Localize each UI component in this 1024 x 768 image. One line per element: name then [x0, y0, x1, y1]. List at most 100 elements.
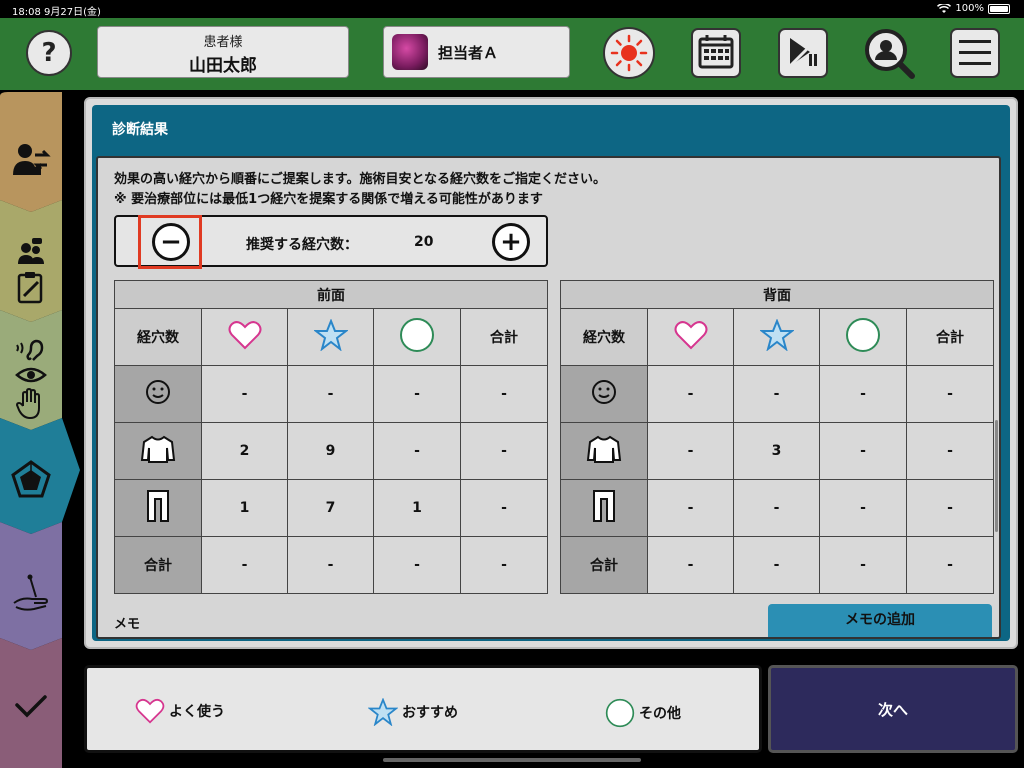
nav-treatment[interactable]	[0, 562, 62, 624]
circle-icon	[846, 318, 880, 352]
status-time: 18:08 9月27日(金)	[12, 7, 101, 18]
heart-icon	[135, 698, 165, 724]
increase-button[interactable]: +	[492, 223, 530, 261]
table-row: - - - -	[114, 365, 549, 423]
nav-interview[interactable]	[0, 224, 62, 316]
nav-patient-handover[interactable]	[0, 130, 62, 190]
col-other	[373, 308, 461, 366]
legs-icon	[593, 490, 615, 522]
light-button[interactable]	[602, 26, 656, 80]
nav-senses[interactable]	[0, 330, 62, 426]
front-title: 前面	[113, 280, 549, 309]
face-row-head	[114, 365, 202, 423]
table-row: 1 7 1 -	[114, 479, 549, 537]
torso-row-head	[114, 422, 202, 480]
front-table: 前面 経穴数 合計 - - - - 2 9 - - 1 7 1 - 合計 - -…	[113, 280, 549, 594]
status-bar: 18:08 9月27日(金) 100%	[0, 0, 1024, 18]
total-row-head: 合計	[560, 536, 648, 594]
table-row: 合計 - - - -	[114, 536, 549, 594]
patient-label: 患者様	[203, 35, 243, 50]
add-memo-button[interactable]: メモの追加	[768, 604, 992, 637]
table-row: 2 9 - -	[114, 422, 549, 480]
instruction-note: ※ 要治療部位には最低1つ経穴を提案する関係で増える可能性があります	[114, 192, 543, 207]
menu-button[interactable]	[948, 26, 1002, 80]
legend-other: その他	[605, 698, 681, 728]
play-pause-button[interactable]	[776, 26, 830, 80]
acupuncture-hand-icon	[13, 574, 49, 611]
col-frequent	[647, 308, 734, 366]
status-battery: 100%	[937, 3, 1010, 14]
nav-complete[interactable]	[0, 676, 62, 738]
heart-icon	[228, 321, 261, 350]
hamburger-icon	[950, 28, 1000, 78]
star-icon	[368, 698, 398, 726]
col-recommended	[733, 308, 820, 366]
memo-label: メモ	[114, 617, 141, 632]
table-row: - - - -	[560, 479, 995, 537]
sun-icon	[603, 27, 655, 79]
clipboard-icon	[17, 272, 43, 304]
header: ? 患者様 山田太郎 担当者Ａ	[0, 18, 1024, 90]
torso-icon	[140, 435, 176, 463]
battery-icon	[988, 3, 1010, 14]
stepper-value: 20	[414, 234, 434, 250]
calendar-button[interactable]	[689, 26, 743, 80]
star-icon	[758, 318, 795, 352]
diagnosis-content: 効果の高い経穴から順番にご提案します。施術目安となる経穴数をご指定ください。 ※…	[96, 156, 1001, 639]
side-nav	[0, 92, 80, 768]
col-frequent	[201, 308, 288, 366]
face-icon	[592, 380, 616, 404]
scrollbar[interactable]	[995, 420, 998, 532]
staff-avatar	[392, 34, 428, 70]
face-row-head	[560, 365, 648, 423]
search-patient-button[interactable]	[862, 26, 916, 80]
staff-info[interactable]: 担当者Ａ	[383, 26, 570, 78]
col-recommended	[287, 308, 374, 366]
heart-icon	[674, 321, 707, 350]
table-row: - - - -	[560, 365, 995, 423]
back-title: 背面	[559, 280, 995, 309]
col-total: 合計	[459, 308, 549, 366]
checkmark-icon	[15, 695, 47, 718]
circle-icon	[400, 318, 434, 352]
legs-row-head	[560, 479, 648, 537]
play-pause-icon	[778, 28, 828, 78]
legend-recommended: おすすめ	[368, 698, 458, 726]
nav-diagnosis-result[interactable]	[0, 448, 62, 510]
legs-icon	[147, 490, 169, 522]
torso-icon	[586, 435, 622, 463]
instruction-text: 効果の高い経穴から順番にご提案します。施術目安となる経穴数をご指定ください。	[114, 172, 607, 187]
calendar-icon	[691, 28, 741, 78]
total-row-head: 合計	[114, 536, 202, 594]
face-icon	[146, 380, 170, 404]
decrease-button[interactable]: −	[152, 223, 190, 261]
patient-name: 山田太郎	[189, 56, 257, 76]
star-icon	[312, 318, 349, 352]
patient-info[interactable]: 患者様 山田太郎	[97, 26, 349, 78]
panel-title: 診断結果	[112, 122, 168, 138]
back-table: 背面 経穴数 合計 - - - - - 3 - - - - - - 合計 - -…	[559, 280, 995, 594]
col-acupoint-count: 経穴数	[114, 308, 202, 366]
circle-icon	[605, 698, 635, 728]
eye-icon	[15, 367, 47, 383]
col-acupoint-count: 経穴数	[560, 308, 648, 366]
wifi-icon	[937, 3, 952, 13]
ear-icon	[16, 339, 44, 361]
stepper-label: 推奨する経穴数：	[246, 237, 358, 253]
help-button[interactable]: ?	[26, 30, 72, 76]
next-button[interactable]: 次へ	[768, 665, 1018, 753]
legs-row-head	[114, 479, 202, 537]
acupoint-count-stepper: − 推奨する経穴数： 20 +	[114, 215, 548, 269]
staff-name: 担当者Ａ	[438, 43, 499, 62]
torso-row-head	[560, 422, 648, 480]
legend: よく使う おすすめ その他	[84, 665, 762, 753]
home-indicator[interactable]	[383, 758, 641, 762]
user-search-icon	[865, 29, 915, 79]
col-other	[819, 308, 907, 366]
hand-icon	[15, 388, 40, 420]
col-total: 合計	[905, 308, 995, 366]
pentagon-chart-icon	[11, 460, 51, 498]
people-chat-icon	[18, 238, 44, 264]
table-row: 合計 - - - -	[560, 536, 995, 594]
legend-frequent: よく使う	[135, 698, 225, 724]
